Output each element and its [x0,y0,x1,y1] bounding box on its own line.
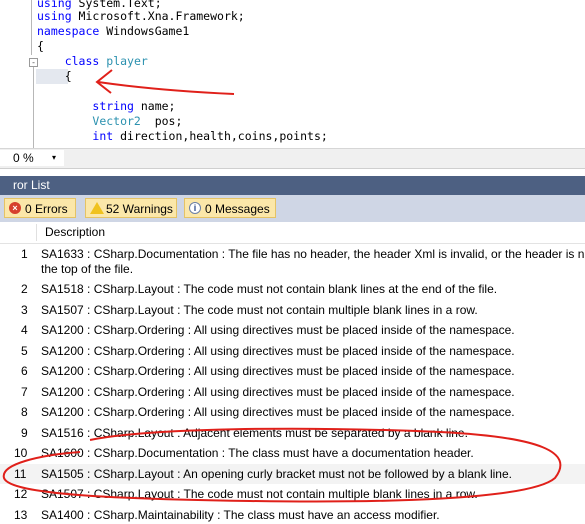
row-description: SA1200 : CSharp.Ordering : All using dir… [41,323,515,337]
code-text: pos; [140,114,183,128]
table-row[interactable]: 3 SA1507 : CSharp.Layout : The code must … [0,300,585,321]
code-text: { [37,69,72,83]
table-row[interactable]: 6 SA1200 : CSharp.Ordering : All using di… [0,361,585,382]
code-text: Microsoft.Xna.Framework; [71,9,245,23]
outline-guide [31,0,32,55]
row-number: 9 [21,425,28,440]
row-number: 2 [21,282,28,296]
description-column-header[interactable]: Description [45,222,105,243]
row-description: SA1633 : CSharp.Documentation : The file… [41,247,585,261]
code-keyword: class [64,54,100,68]
row-number: 10 [14,446,28,460]
table-row[interactable]: 8 SA1200 : CSharp.Ordering : All using di… [0,402,585,423]
row-description: SA1200 : CSharp.Ordering : All using dir… [41,405,515,419]
row-number: 5 [21,343,28,358]
code-line[interactable]: { [37,39,44,54]
row-description: SA1200 : CSharp.Ordering : All using dir… [41,364,515,378]
table-row[interactable]: 2 SA1518 : CSharp.Layout : The code must … [0,279,585,300]
row-description: SA1505 : CSharp.Layout : An opening curl… [41,466,512,481]
zoom-combo[interactable]: 0 % ▾ [0,150,64,166]
code-keyword: string [92,99,134,113]
error-list-rows: 1 SA1633 : CSharp.Documentation : The fil… [0,244,585,524]
code-text: WindowsGame1 [99,24,190,38]
error-list-toolbar: × 0 Errors 52 Warnings i 0 Messages [0,195,585,222]
code-keyword: int [92,129,114,143]
row-description: SA1516 : CSharp.Layout : Adjacent elemen… [41,425,468,440]
code-text: name; [133,99,176,113]
row-number: 12 [14,487,28,501]
code-line[interactable]: string name; [37,99,175,114]
messages-filter-label: 0 Messages [205,202,270,216]
row-description: SA1200 : CSharp.Ordering : All using dir… [41,384,515,399]
table-row[interactable]: 13 SA1400 : CSharp.Maintainability : The … [0,505,585,524]
code-text: { [37,39,44,53]
warnings-filter-label: 52 Warnings [106,202,173,216]
row-description: SA1507 : CSharp.Layout : The code must n… [41,302,478,317]
code-line[interactable]: class player [37,54,148,69]
outline-guide-class [33,67,34,148]
errors-filter-label: 0 Errors [25,202,68,216]
row-number: 13 [14,507,28,522]
row-description: SA1200 : CSharp.Ordering : All using dir… [41,343,515,358]
code-line[interactable]: using Microsoft.Xna.Framework; [37,9,245,24]
table-row[interactable]: 11 SA1505 : CSharp.Layout : An opening cu… [0,463,585,484]
table-row[interactable]: 1 SA1633 : CSharp.Documentation : The fil… [0,244,585,279]
info-icon: i [189,202,201,214]
warning-icon [90,202,104,214]
list-header: Description [0,222,585,244]
warnings-filter-button[interactable]: 52 Warnings [85,198,177,218]
row-description: SA1600 : CSharp.Documentation : The clas… [41,446,474,460]
row-description: SA1518 : CSharp.Layout : The code must n… [41,282,498,296]
row-number: 11 [14,466,27,481]
code-type: player [106,54,148,68]
code-text: direction,health,coins,points; [113,129,328,143]
table-row[interactable]: 12 SA1507 : CSharp.Layout : The code must… [0,484,585,505]
table-row[interactable]: 10 SA1600 : CSharp.Documentation : The cl… [0,443,585,464]
row-number: 4 [21,323,28,337]
code-keyword: using [37,9,72,23]
editor-status-strip: 0 % ▾ [0,148,585,169]
code-line[interactable]: Vector2 pos; [37,114,182,129]
code-keyword: namespace [37,24,100,38]
row-number: 8 [21,405,28,419]
row-description-continued: the top of the file. [41,262,134,276]
row-number: 6 [21,364,28,378]
chevron-down-icon[interactable]: ▾ [52,150,56,166]
panel-title: ror List [13,178,50,192]
table-row[interactable]: 4 SA1200 : CSharp.Ordering : All using di… [0,320,585,341]
code-line[interactable]: { [37,69,72,84]
row-number: 3 [21,302,28,317]
error-list-title-bar[interactable]: ror List [0,176,585,195]
errors-filter-button[interactable]: × 0 Errors [4,198,76,218]
row-number: 7 [21,384,28,399]
table-row[interactable]: 5 SA1200 : CSharp.Ordering : All using di… [0,341,585,362]
table-row[interactable]: 9 SA1516 : CSharp.Layout : Adjacent eleme… [0,423,585,444]
row-description: SA1400 : CSharp.Maintainability : The cl… [41,507,440,522]
error-icon: × [9,202,21,214]
code-line[interactable]: int direction,health,coins,points; [37,129,328,144]
zoom-value: 0 % [13,151,34,165]
messages-filter-button[interactable]: i 0 Messages [184,198,276,218]
code-type: Vector2 [92,114,141,128]
code-editor[interactable]: - using System.Text; using Microsoft.Xna.… [0,0,585,148]
code-line[interactable]: namespace WindowsGame1 [37,24,189,39]
table-row[interactable]: 7 SA1200 : CSharp.Ordering : All using di… [0,382,585,403]
row-number: 1 [21,247,28,261]
column-separator[interactable] [36,224,37,241]
row-description: SA1507 : CSharp.Layout : The code must n… [41,487,478,501]
